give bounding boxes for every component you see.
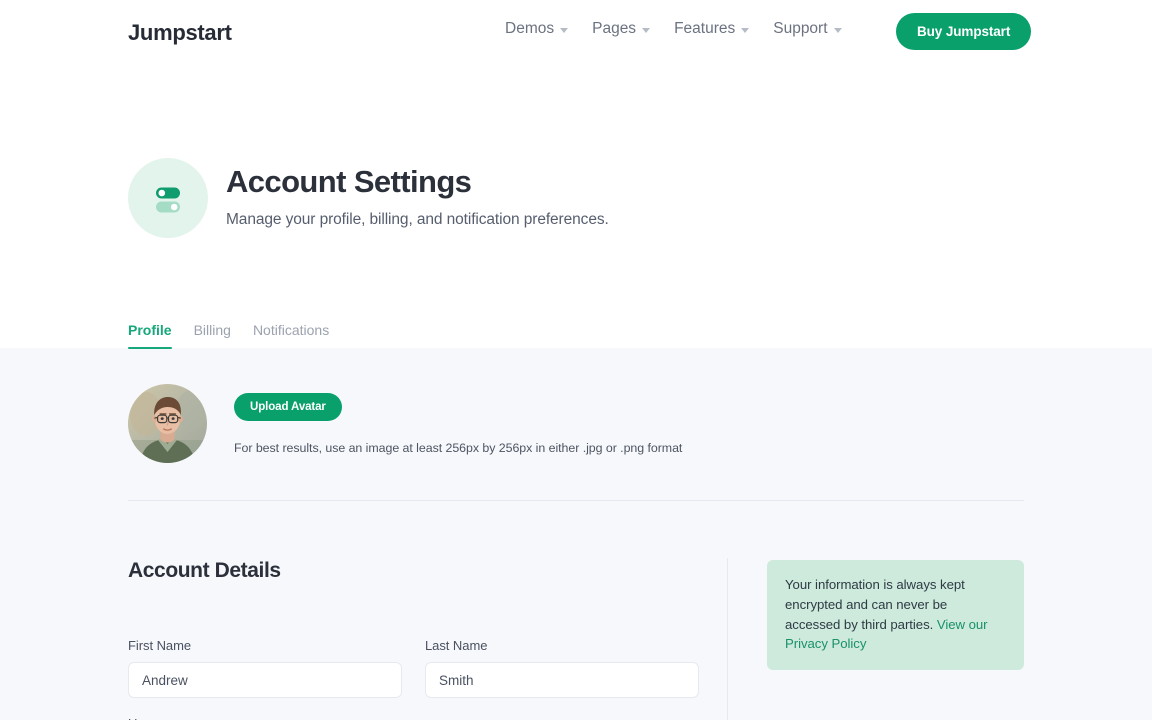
- nav-item-pages[interactable]: Pages: [592, 20, 650, 38]
- avatar-section: Upload Avatar For best results, use an i…: [128, 384, 682, 463]
- page-header: Account Settings Manage your profile, bi…: [128, 158, 609, 238]
- chevron-down-icon: [642, 28, 650, 33]
- next-field-label: Username: [128, 716, 188, 720]
- avatar[interactable]: [128, 384, 207, 463]
- nav-item-demos[interactable]: Demos: [505, 20, 568, 38]
- nav-item-support[interactable]: Support: [773, 20, 841, 38]
- page-header-text: Account Settings Manage your profile, bi…: [226, 158, 609, 229]
- section-divider: [128, 500, 1024, 501]
- account-details-form: First Name Last Name: [128, 638, 691, 698]
- settings-tabs: Profile Billing Notifications: [128, 322, 329, 349]
- account-details-heading: Account Details: [128, 559, 281, 583]
- column-divider: [727, 558, 728, 720]
- avatar-controls: Upload Avatar For best results, use an i…: [234, 384, 682, 455]
- last-name-label: Last Name: [425, 638, 699, 653]
- tab-notifications[interactable]: Notifications: [253, 322, 329, 349]
- privacy-notice: Your information is always kept encrypte…: [767, 560, 1024, 670]
- brand-logo[interactable]: Jumpstart: [128, 20, 232, 46]
- chevron-down-icon: [741, 28, 749, 33]
- tab-billing[interactable]: Billing: [194, 322, 231, 349]
- nav-item-label: Support: [773, 20, 827, 38]
- upload-avatar-button[interactable]: Upload Avatar: [234, 393, 342, 421]
- page-subtitle: Manage your profile, billing, and notifi…: [226, 211, 609, 229]
- nav-item-label: Demos: [505, 20, 554, 38]
- first-name-label: First Name: [128, 638, 402, 653]
- nav-item-features[interactable]: Features: [674, 20, 749, 38]
- page-title: Account Settings: [226, 164, 609, 200]
- navbar: Jumpstart Demos Pages Features Support B…: [0, 0, 1152, 64]
- first-name-input[interactable]: [128, 662, 402, 698]
- first-name-field-group: First Name: [128, 638, 402, 698]
- avatar-hint-text: For best results, use an image at least …: [234, 441, 682, 455]
- nav-item-label: Features: [674, 20, 735, 38]
- last-name-input[interactable]: [425, 662, 699, 698]
- nav-item-label: Pages: [592, 20, 636, 38]
- nav-links: Demos Pages Features Support: [505, 20, 842, 38]
- tab-profile[interactable]: Profile: [128, 322, 172, 349]
- chevron-down-icon: [560, 28, 568, 33]
- settings-toggles-icon: [128, 158, 208, 238]
- page-root: Jumpstart Demos Pages Features Support B…: [0, 0, 1152, 720]
- last-name-field-group: Last Name: [425, 638, 699, 698]
- buy-jumpstart-button[interactable]: Buy Jumpstart: [896, 13, 1031, 50]
- chevron-down-icon: [834, 28, 842, 33]
